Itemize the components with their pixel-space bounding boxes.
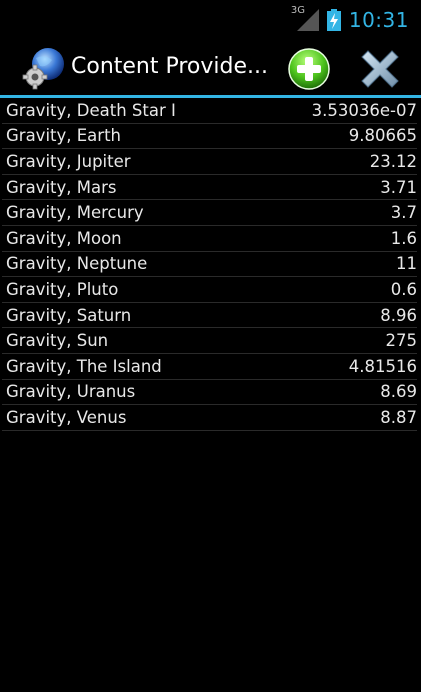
battery-icon (326, 9, 341, 31)
list-item[interactable]: Gravity, Mercury 3.7 (2, 200, 417, 226)
list-item[interactable]: Gravity, Venus 8.87 (2, 405, 417, 431)
list-item-value: 0.6 (390, 279, 417, 299)
list-item[interactable]: Gravity, Mars 3.71 (2, 175, 417, 201)
list-item-name: Gravity, Saturn (6, 305, 132, 325)
list-item-name: Gravity, Mercury (6, 203, 144, 223)
list-item-name: Gravity, The Island (6, 356, 162, 376)
list-item-value: 11 (396, 254, 417, 274)
app-title: Content Provide... (71, 54, 269, 79)
list-item-name: Gravity, Neptune (6, 254, 148, 274)
app-icon (22, 48, 64, 90)
list-item-name: Gravity, Jupiter (6, 151, 131, 171)
list-item-name: Gravity, Moon (6, 228, 122, 248)
list-item-value: 8.87 (380, 407, 417, 427)
list-item-value: 8.96 (380, 305, 417, 325)
list-item-name: Gravity, Pluto (6, 279, 119, 299)
status-bar: 3G 10:31 (0, 0, 421, 38)
list-item-value: 1.6 (390, 228, 417, 248)
list-item-value: 3.71 (380, 177, 417, 197)
list-item-name: Gravity, Venus (6, 407, 127, 427)
status-icons: 3G 10:31 (291, 5, 409, 33)
list-item-value: 4.81516 (348, 356, 417, 376)
list-item[interactable]: Gravity, Earth 9.80665 (2, 124, 417, 150)
list-item[interactable]: Gravity, Neptune 11 (2, 252, 417, 278)
list-item-name: Gravity, Mars (6, 177, 117, 197)
list-item-value: 3.53036e-07 (311, 100, 417, 120)
clock: 10:31 (348, 8, 409, 32)
list-item-name: Gravity, Sun (6, 331, 109, 351)
list-item-value: 23.12 (369, 151, 417, 171)
list-item[interactable]: Gravity, Moon 1.6 (2, 226, 417, 252)
list-item[interactable]: Gravity, Saturn 8.96 (2, 303, 417, 329)
network-indicator: 3G (291, 5, 319, 31)
gravity-list: Gravity, Death Star I 3.53036e-07 Gravity,… (2, 98, 417, 431)
list-item[interactable]: Gravity, Pluto 0.6 (2, 277, 417, 303)
list-item-value: 8.69 (380, 382, 417, 402)
add-button[interactable] (287, 47, 331, 91)
list-item-value: 3.7 (390, 203, 417, 223)
list-item[interactable]: Gravity, The Island 4.81516 (2, 354, 417, 380)
list-item-value: 275 (385, 331, 418, 351)
list-item[interactable]: Gravity, Death Star I 3.53036e-07 (2, 98, 417, 124)
list-item[interactable]: Gravity, Uranus 8.69 (2, 380, 417, 406)
list-item-name: Gravity, Death Star I (6, 100, 176, 120)
list-item-name: Gravity, Uranus (6, 382, 136, 402)
list-item[interactable]: Gravity, Jupiter 23.12 (2, 149, 417, 175)
signal-icon (296, 9, 319, 31)
close-button[interactable] (358, 47, 402, 91)
list-item-value: 9.80665 (348, 126, 417, 146)
close-icon (361, 50, 399, 88)
list-item-name: Gravity, Earth (6, 126, 122, 146)
list-item[interactable]: Gravity, Sun 275 (2, 328, 417, 354)
